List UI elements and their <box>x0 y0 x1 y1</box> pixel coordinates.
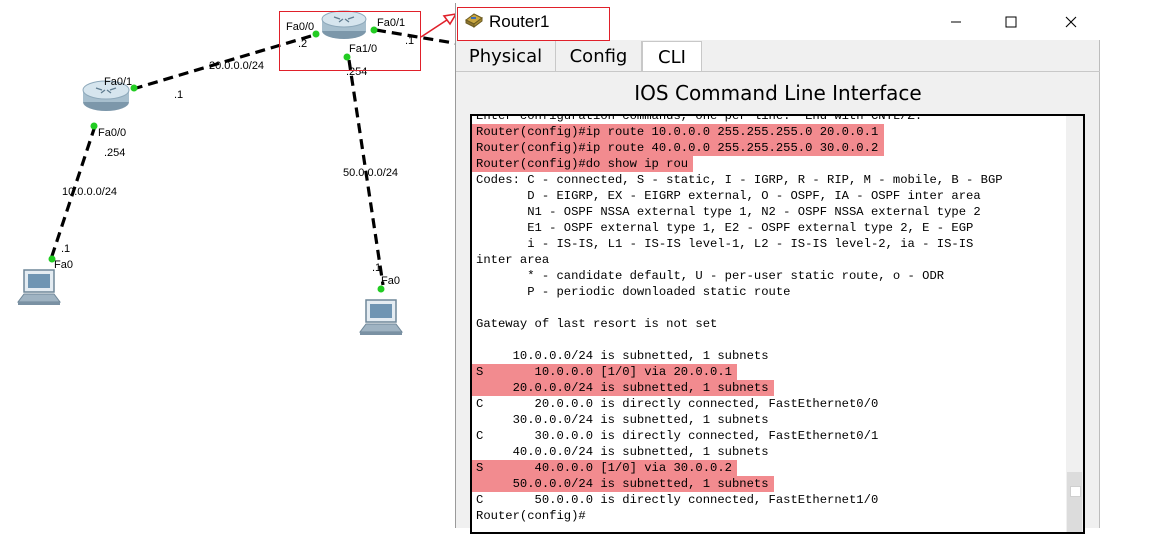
cli-line: 20.0.0.0/24 is subnetted, 1 subnets <box>472 380 1003 396</box>
cli-line: S 10.0.0.0 [1/0] via 20.0.0.1 <box>472 364 1003 380</box>
cli-line-text: 10.0.0.0/24 is subnetted, 1 subnets <box>476 349 769 363</box>
cli-line: 10.0.0.0/24 is subnetted, 1 subnets <box>476 348 1003 364</box>
cli-line: Router(config)#do show ip rou <box>472 156 1003 172</box>
network-10-label: 10.0.0.0/24 <box>62 186 118 198</box>
cli-line: N1 - OSPF NSSA external type 1, N2 - OSP… <box>476 204 1003 220</box>
cli-line-text: Gateway of last resort is not set <box>476 317 718 331</box>
cli-line: * - candidate default, U - per-user stat… <box>476 268 1003 284</box>
cli-line <box>476 300 1003 316</box>
vertical-scrollbar[interactable] <box>1066 116 1083 532</box>
pc2-fa0-label: Fa0 <box>381 275 400 287</box>
cli-line: E1 - OSPF external type 1, E2 - OSPF ext… <box>476 220 1003 236</box>
cli-line <box>476 332 1003 348</box>
cli-line-text: Router(config)# <box>476 509 586 523</box>
cli-line-text: Enter configuration commands, one per li… <box>476 114 923 123</box>
scrollbar-thumb[interactable] <box>1067 472 1082 532</box>
cli-line-text: i - IS-IS, L1 - IS-IS level-1, L2 - IS-I… <box>476 237 974 251</box>
cli-line: 40.0.0.0/24 is subnetted, 1 subnets <box>476 444 1003 460</box>
cli-line: Enter configuration commands, one per li… <box>476 114 1003 124</box>
cli-line-text: 50.0.0.0/24 is subnetted, 1 subnets <box>476 477 769 491</box>
minimize-icon <box>951 21 961 23</box>
cli-line-text: 40.0.0.0/24 is subnetted, 1 subnets <box>476 445 769 459</box>
cli-line-text: C 20.0.0.0 is directly connected, FastEt… <box>476 397 879 411</box>
tab-cli[interactable]: CLI <box>642 41 702 72</box>
pc2-addr: .1 <box>372 262 382 274</box>
router1-window: Router1 Physical Config CLI IOS Command … <box>455 3 1100 534</box>
tab-divider <box>456 71 1100 72</box>
cli-line-text: Router(config)#ip route 40.0.0.0 255.255… <box>476 141 879 155</box>
pc1-fa0-label: Fa0 <box>54 259 73 271</box>
cli-output: Enter configuration commands, one per li… <box>472 114 1003 524</box>
cli-line: D - EIGRP, EX - EIGRP external, O - OSPF… <box>476 188 1003 204</box>
network-50-label: 50.0.0.0/24 <box>343 167 399 179</box>
pc2-icon <box>359 299 403 335</box>
cli-line-text: C 50.0.0.0 is directly connected, FastEt… <box>476 493 879 507</box>
tab-config[interactable]: Config <box>556 41 642 71</box>
cli-line-text: 20.0.0.0/24 is subnetted, 1 subnets <box>476 381 769 395</box>
pc1-icon <box>17 269 61 305</box>
cli-line-text: S 40.0.0.0 [1/0] via 30.0.0.2 <box>476 461 732 475</box>
cli-line: Codes: C - connected, S - static, I - IG… <box>476 172 1003 188</box>
pc1-addr: .1 <box>61 243 71 255</box>
cli-line: Router(config)#ip route 40.0.0.0 255.255… <box>472 140 1003 156</box>
router1-highlight-box <box>279 11 421 71</box>
tab-physical[interactable]: Physical <box>456 41 556 71</box>
r2-fa00-label: Fa0/0 <box>98 127 127 139</box>
cli-line: Router(config)# <box>476 508 1003 524</box>
cli-line-text: inter area <box>476 253 550 267</box>
cli-line-text: Codes: C - connected, S - static, I - IG… <box>476 173 1003 187</box>
title-bar[interactable]: Router1 <box>456 3 1100 41</box>
close-icon <box>1065 16 1077 28</box>
scrollbar-grip-icon <box>1070 486 1081 497</box>
cli-line-text: D - EIGRP, EX - EIGRP external, O - OSPF… <box>476 189 981 203</box>
cli-heading: IOS Command Line Interface <box>634 81 922 105</box>
r2-fa01-label: Fa0/1 <box>104 76 133 88</box>
maximize-button[interactable] <box>991 8 1031 36</box>
cli-line: C 50.0.0.0 is directly connected, FastEt… <box>476 492 1003 508</box>
minimize-button[interactable] <box>936 8 976 36</box>
cli-line: S 40.0.0.0 [1/0] via 30.0.0.2 <box>472 460 1003 476</box>
cli-line-text: 30.0.0.0/24 is subnetted, 1 subnets <box>476 413 769 427</box>
cli-line: i - IS-IS, L1 - IS-IS level-1, L2 - IS-I… <box>476 236 1003 252</box>
maximize-icon <box>1005 16 1017 28</box>
cli-line: P - periodic downloaded static route <box>476 284 1003 300</box>
cli-line: C 30.0.0.0 is directly connected, FastEt… <box>476 428 1003 444</box>
network-20-label: 20.0.0.0/24 <box>209 60 265 72</box>
cli-line: 30.0.0.0/24 is subnetted, 1 subnets <box>476 412 1003 428</box>
cli-line-text: N1 - OSPF NSSA external type 1, N2 - OSP… <box>476 205 981 219</box>
cli-line-text: C 30.0.0.0 is directly connected, FastEt… <box>476 429 879 443</box>
tab-strip: Physical Config CLI <box>456 41 1100 72</box>
cli-line-text: * - candidate default, U - per-user stat… <box>476 269 945 283</box>
cli-console[interactable]: Enter configuration commands, one per li… <box>470 114 1085 534</box>
cli-line: C 20.0.0.0 is directly connected, FastEt… <box>476 396 1003 412</box>
cli-line-text: Router(config)#ip route 10.0.0.0 255.255… <box>476 125 879 139</box>
title-highlight-box <box>457 7 610 41</box>
r2-fa00-addr: .254 <box>104 147 126 159</box>
cli-line-text: Router(config)#do show ip rou <box>476 157 689 171</box>
close-button[interactable] <box>1051 8 1091 36</box>
cli-line-text: E1 - OSPF external type 1, E2 - OSPF ext… <box>476 221 974 235</box>
cli-line-text: S 10.0.0.0 [1/0] via 20.0.0.1 <box>476 365 732 379</box>
cli-line: inter area <box>476 252 1003 268</box>
cli-line: 50.0.0.0/24 is subnetted, 1 subnets <box>472 476 1003 492</box>
cli-line: Router(config)#ip route 10.0.0.0 255.255… <box>472 124 1003 140</box>
r2-fa01-addr: .1 <box>174 89 184 101</box>
cli-line-text: P - periodic downloaded static route <box>476 285 791 299</box>
cli-line: Gateway of last resort is not set <box>476 316 1003 332</box>
